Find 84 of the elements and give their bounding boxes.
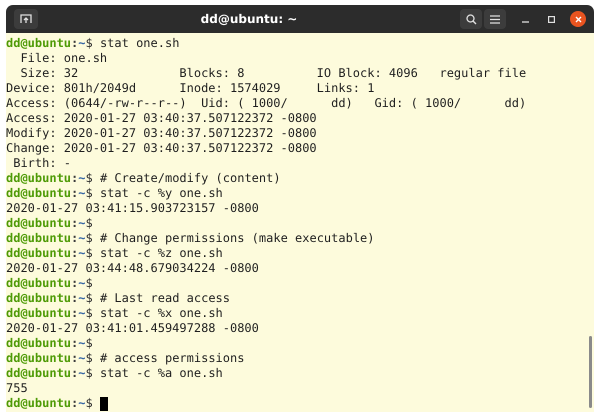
output-line: 2020-01-27 03:41:15.903723157 -0800: [6, 201, 260, 216]
prompt-separator: :: [71, 246, 78, 261]
prompt-path: ~: [78, 171, 86, 186]
prompt-separator: :: [71, 336, 78, 351]
prompt-symbol: $: [86, 216, 93, 231]
prompt-symbol: $: [86, 366, 93, 381]
output-line: 2020-01-27 03:44:48.679034224 -0800: [6, 261, 260, 276]
window-title: dd@ubuntu: ~: [200, 11, 298, 28]
prompt-host: dd@ubuntu: [6, 351, 72, 366]
prompt-host: dd@ubuntu: [6, 306, 72, 321]
prompt-host: dd@ubuntu: [6, 246, 72, 261]
command-text: stat one.sh: [100, 36, 180, 51]
new-tab-button[interactable]: [14, 9, 38, 29]
prompt-host: dd@ubuntu: [6, 216, 72, 231]
search-icon: [466, 14, 476, 24]
prompt-path: ~: [78, 216, 86, 231]
prompt-host: dd@ubuntu: [6, 396, 72, 411]
output-line: Modify: 2020-01-27 03:40:37.507122372 -0800: [6, 126, 318, 141]
prompt-path: ~: [78, 306, 86, 321]
command-text: # Last read access: [100, 291, 230, 306]
prompt-path: ~: [78, 351, 86, 366]
prompt-path: ~: [78, 291, 86, 306]
command-text: stat -c %y one.sh: [100, 186, 223, 201]
prompt-symbol: $: [86, 396, 93, 411]
output-line: 2020-01-27 03:41:01.459497288 -0800: [6, 321, 260, 336]
command-text: stat -c %a one.sh: [100, 366, 223, 381]
prompt-separator: :: [71, 216, 78, 231]
output-line: Change: 2020-01-27 03:40:37.507122372 -0800: [6, 141, 318, 156]
prompt-symbol: $: [86, 231, 93, 246]
prompt-host: dd@ubuntu: [6, 276, 72, 291]
prompt-host: dd@ubuntu: [6, 171, 72, 186]
prompt-separator: :: [71, 306, 78, 321]
prompt-symbol: $: [86, 246, 93, 261]
new-tab-icon: [20, 14, 32, 24]
prompt-separator: :: [71, 366, 78, 381]
prompt-path: ~: [78, 186, 86, 201]
close-icon: [574, 16, 582, 22]
prompt-separator: :: [71, 351, 78, 366]
prompt-symbol: $: [86, 36, 93, 51]
output-line: Access: (0644/-rw-r--r--) Uid: ( 1000/ dd) Gid: ( 1000/ dd): [6, 96, 528, 111]
prompt-path: ~: [78, 366, 86, 381]
prompt-path: ~: [78, 336, 86, 351]
output-line: Access: 2020-01-27 03:40:37.507122372 -0800: [6, 111, 318, 126]
output-line: Size: 32 Blocks: 8 IO Block: 4096 regular file: [19, 66, 528, 81]
command-text: # Create/modify (content): [100, 171, 281, 186]
prompt-separator: :: [71, 186, 78, 201]
command-text: # Change permissions (make executable): [100, 231, 374, 246]
output-line: Birth: -: [12, 156, 72, 171]
prompt-symbol: $: [86, 171, 93, 186]
prompt-path: ~: [78, 36, 86, 51]
prompt-separator: :: [71, 276, 78, 291]
prompt-path: ~: [78, 276, 86, 291]
menu-button[interactable]: [484, 9, 506, 29]
prompt-host: dd@ubuntu: [6, 231, 72, 246]
scrollbar-thumb[interactable]: [589, 336, 592, 408]
prompt-path: ~: [78, 231, 86, 246]
prompt-symbol: $: [86, 306, 93, 321]
prompt-symbol: $: [86, 276, 93, 291]
prompt-symbol: $: [86, 351, 93, 366]
prompt-symbol: $: [86, 336, 93, 351]
prompt-host: dd@ubuntu: [6, 366, 72, 381]
prompt-path: ~: [78, 246, 86, 261]
prompt-separator: :: [71, 36, 78, 51]
command-text: # access permissions: [100, 351, 244, 366]
maximize-icon: [548, 16, 554, 22]
prompt-path: ~: [78, 396, 86, 411]
output-line: 755: [6, 381, 29, 396]
prompt-host: dd@ubuntu: [6, 186, 72, 201]
search-button[interactable]: [460, 9, 482, 29]
prompt-host: dd@ubuntu: [6, 291, 72, 306]
prompt-symbol: $: [86, 291, 93, 306]
prompt-symbol: $: [86, 186, 93, 201]
command-text: stat -c %x one.sh: [100, 306, 223, 321]
output-line: Device: 801h/2049d Inode: 1574029 Links: 1: [6, 81, 376, 96]
prompt-host: dd@ubuntu: [6, 336, 72, 351]
prompt-separator: :: [71, 291, 78, 306]
command-text: stat -c %z one.sh: [100, 246, 223, 261]
prompt-separator: :: [71, 396, 78, 411]
prompt-separator: :: [71, 231, 78, 246]
prompt-host: dd@ubuntu: [6, 36, 72, 51]
close-button[interactable]: [570, 11, 586, 27]
output-line: File: one.sh: [19, 51, 108, 66]
prompt-separator: :: [71, 171, 78, 186]
menu-icon: [490, 14, 500, 24]
